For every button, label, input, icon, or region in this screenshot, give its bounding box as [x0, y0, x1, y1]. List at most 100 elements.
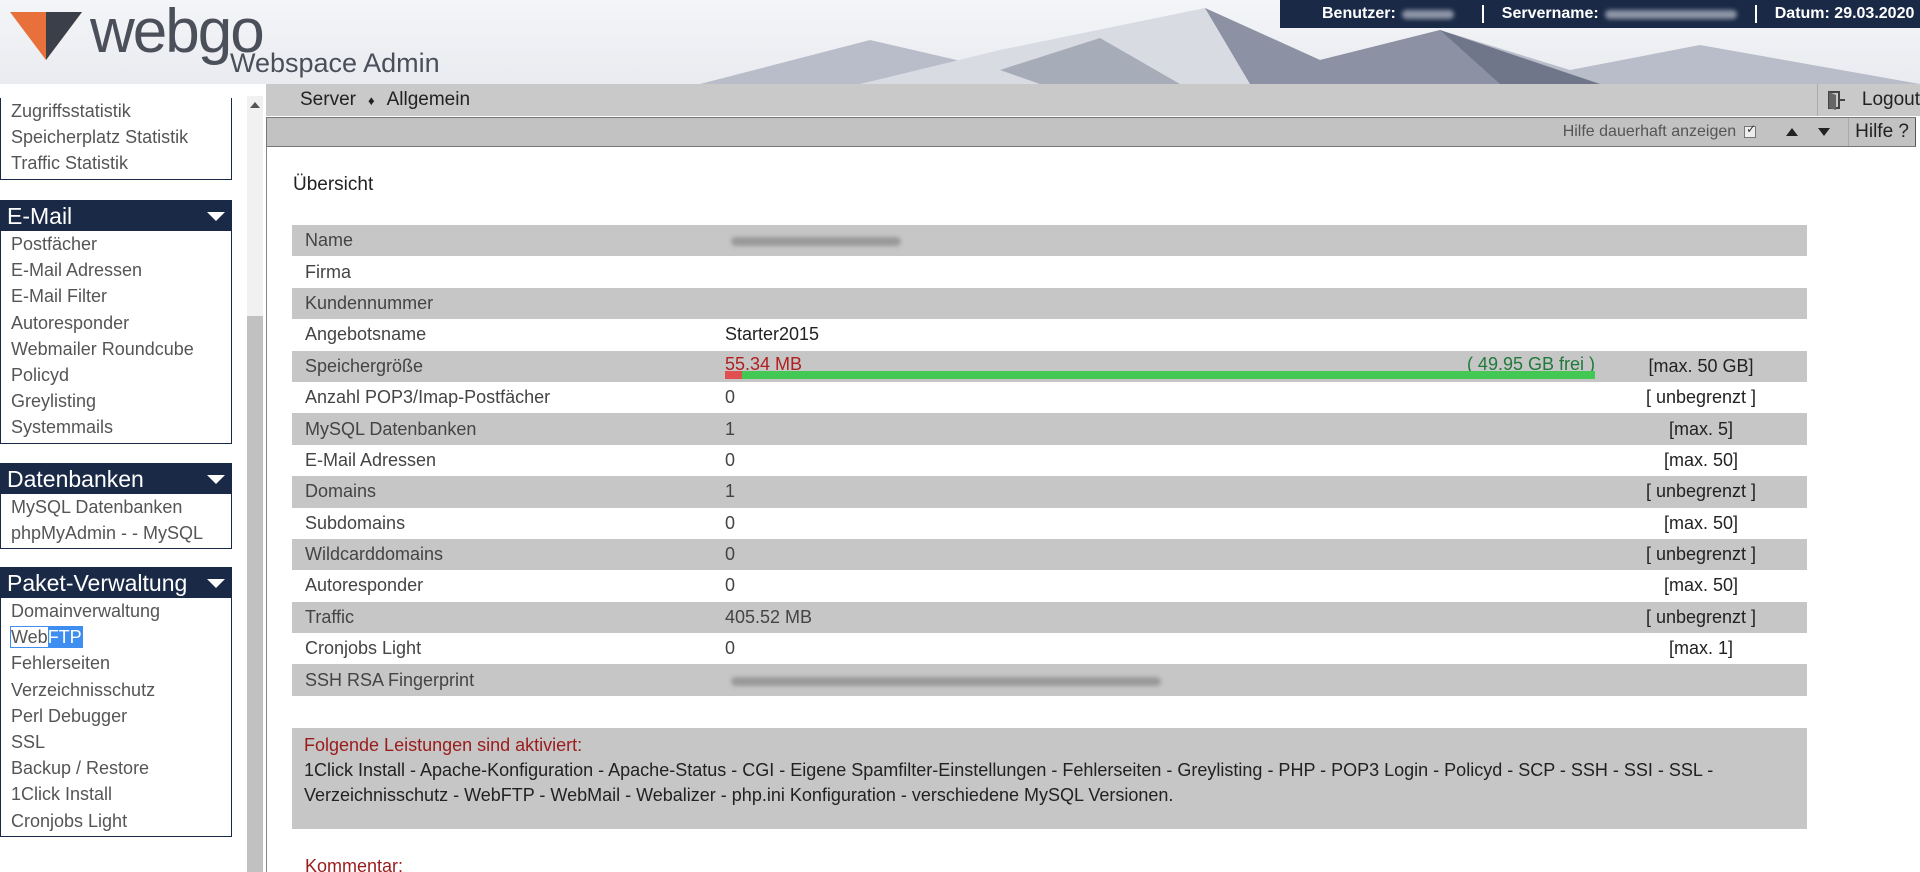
breadcrumb-server[interactable]: Server — [300, 89, 356, 111]
server-value-redacted — [1604, 9, 1737, 19]
storage-progress-bar — [725, 370, 1595, 379]
sidebar-item-backup-restore[interactable]: Backup / Restore — [1, 755, 231, 781]
help-button[interactable]: Hilfe ? — [1848, 118, 1916, 146]
table-row: Kundennummer — [292, 287, 1807, 320]
logout-button[interactable]: Logout — [1816, 84, 1920, 116]
sidebar-item-cronjobs-light[interactable]: Cronjobs Light — [1, 808, 231, 834]
row-limit — [1595, 287, 1807, 320]
sidebar-item-email-filter[interactable]: E-Mail Filter — [1, 283, 231, 309]
sidebar-item-perl-debugger[interactable]: Perl Debugger — [1, 703, 231, 729]
row-value: 0 — [725, 449, 736, 470]
arrow-up-icon[interactable] — [1786, 128, 1799, 136]
table-row: Subdomains 0 [max. 50] — [292, 508, 1807, 539]
sidebar-item-traffic-statistik[interactable]: Traffic Statistik — [1, 150, 231, 176]
sidebar-item-fehlerseiten[interactable]: Fehlerseiten — [1, 650, 231, 676]
logout-icon — [1827, 91, 1845, 110]
collapse-arrow-icon[interactable] — [207, 579, 225, 588]
activated-features-box: Folgende Leistungen sind aktiviert: 1Cli… — [292, 728, 1807, 829]
row-label: MySQL Datenbanken — [292, 413, 720, 445]
row-limit: [max. 50] — [1663, 449, 1739, 470]
row-value: 0 — [720, 538, 1595, 571]
datenbanken-panel-header[interactable]: Datenbanken — [1, 464, 231, 494]
logo-subtitle: Webspace Admin — [230, 48, 440, 78]
email-panel-header[interactable]: E-Mail — [1, 201, 231, 231]
row-label: Angebotsname — [305, 324, 427, 345]
webftp-selected-text: WebFTP — [10, 626, 83, 649]
sidebar-item-zugriffsstatistik[interactable]: Zugriffsstatistik — [1, 98, 231, 124]
table-row: E-Mail Adressen 0 [max. 50] — [292, 445, 1807, 476]
row-limit: [max. 50] — [1663, 575, 1739, 596]
sidebar-item-verzeichnisschutz[interactable]: Verzeichnisschutz — [1, 677, 231, 703]
row-limit: [ unbegrenzt ] — [1595, 476, 1807, 508]
sidebar-item-speicherplatz-statistik[interactable]: Speicherplatz Statistik — [1, 124, 231, 150]
sidebar-item-phpmyadmin[interactable]: phpMyAdmin - - MySQL — [1, 520, 231, 546]
sidebar-item-webmailer-roundcube[interactable]: Webmailer Roundcube — [1, 336, 231, 362]
sidebar-item-systemmails[interactable]: Systemmails — [1, 414, 231, 440]
table-row: Speichergröße 55.34 MB( 49.95 GB frei ) [m… — [292, 350, 1807, 382]
row-limit — [1595, 256, 1807, 287]
row-limit: [max. 5] — [1595, 413, 1807, 445]
row-value: 1 — [720, 413, 1595, 445]
collapse-arrow-icon[interactable] — [207, 475, 225, 484]
user-value-redacted — [1401, 9, 1454, 19]
table-row: Name — [292, 225, 1807, 257]
sidebar-item-greylisting[interactable]: Greylisting — [1, 388, 231, 414]
row-value: 55.34 MB( 49.95 GB frei ) — [720, 350, 1595, 382]
row-label: Subdomains — [305, 512, 406, 533]
content-divider — [266, 147, 267, 872]
sidebar-item-postfaecher[interactable]: Postfächer — [1, 231, 231, 257]
features-list: 1Click Install - Apache-Konfiguration - … — [304, 760, 1714, 805]
row-value — [720, 664, 1595, 696]
date-label: Datum: 29.03.2020 — [1774, 5, 1915, 22]
datenbanken-panel: Datenbanken MySQL Datenbanken phpMyAdmin… — [0, 463, 232, 550]
row-limit: [max. 50 GB] — [1595, 350, 1807, 382]
sidebar-scrollbar[interactable] — [247, 96, 263, 872]
paket-verwaltung-panel-header[interactable]: Paket-Verwaltung — [1, 568, 231, 598]
paket-verwaltung-panel: Paket-Verwaltung Domainverwaltung WebFTP… — [0, 567, 232, 837]
help-permanent-label: Hilfe dauerhaft anzeigen — [1562, 123, 1737, 140]
breadcrumb-allgemein[interactable]: Allgemein — [387, 89, 470, 111]
sidebar-item-mysql-datenbanken[interactable]: MySQL Datenbanken — [1, 494, 231, 520]
scroll-up-arrow-icon[interactable] — [250, 102, 260, 108]
table-row: SSH RSA Fingerprint — [292, 664, 1807, 696]
kommentar-label: Kommentar: — [305, 856, 404, 872]
row-value — [720, 287, 1595, 320]
sidebar-item-webftp[interactable]: WebFTP — [1, 624, 231, 650]
sidebar-item-domainverwaltung[interactable]: Domainverwaltung — [1, 598, 231, 624]
row-label: Speichergröße — [292, 350, 720, 382]
arrow-down-icon[interactable] — [1818, 128, 1831, 136]
table-row: Traffic 405.52 MB[ unbegrenzt ] — [292, 601, 1807, 634]
row-label: Domains — [292, 476, 720, 508]
logout-label: Logout — [1861, 89, 1920, 110]
sidebar-item-autoresponder[interactable]: Autoresponder — [1, 310, 231, 336]
user-label: Benutzer: — [1322, 5, 1396, 22]
email-panel-title: E-Mail — [7, 203, 73, 229]
row-limit: [ unbegrenzt ] — [1595, 601, 1807, 634]
sidebar-item-policyd[interactable]: Policyd — [1, 362, 231, 388]
redacted-value — [731, 676, 1161, 686]
page-title: Übersicht — [293, 174, 374, 195]
row-limit — [1595, 319, 1807, 350]
help-bar: Hilfe dauerhaft anzeigen Hilfe ? — [266, 117, 1916, 147]
row-label: Firma — [305, 261, 351, 282]
row-label: Traffic — [292, 601, 720, 634]
sidebar-item-email-adressen[interactable]: E-Mail Adressen — [1, 257, 231, 283]
sidebar-item-1click-install[interactable]: 1Click Install — [1, 781, 231, 807]
table-row: Cronjobs Light 0 [max. 1] — [292, 633, 1807, 664]
paket-verwaltung-panel-title: Paket-Verwaltung — [7, 570, 188, 596]
info-bar: Benutzer: Servername: Datum: 29.03.2020 — [1280, 0, 1920, 28]
statistics-panel: Zugriffsstatistik Speicherplatz Statisti… — [0, 98, 232, 180]
table-row: Angebotsname Starter2015 — [292, 319, 1807, 350]
row-limit: [max. 1] — [1668, 638, 1734, 659]
storage-usage: 55.34 MB( 49.95 GB frei ) — [725, 351, 1595, 382]
row-label: Cronjobs Light — [305, 638, 422, 659]
row-value: 405.52 MB — [720, 601, 1595, 634]
row-label: Name — [292, 225, 720, 257]
collapse-arrow-icon[interactable] — [207, 212, 225, 221]
table-row: MySQL Datenbanken 1 [max. 5] — [292, 413, 1807, 445]
sidebar-item-ssl[interactable]: SSL — [1, 729, 231, 755]
scrollbar-thumb[interactable] — [247, 316, 263, 872]
help-permanent-checkbox[interactable] — [1744, 122, 1756, 138]
table-row: Wildcarddomains 0[ unbegrenzt ] — [292, 538, 1807, 571]
redacted-value — [731, 237, 901, 247]
